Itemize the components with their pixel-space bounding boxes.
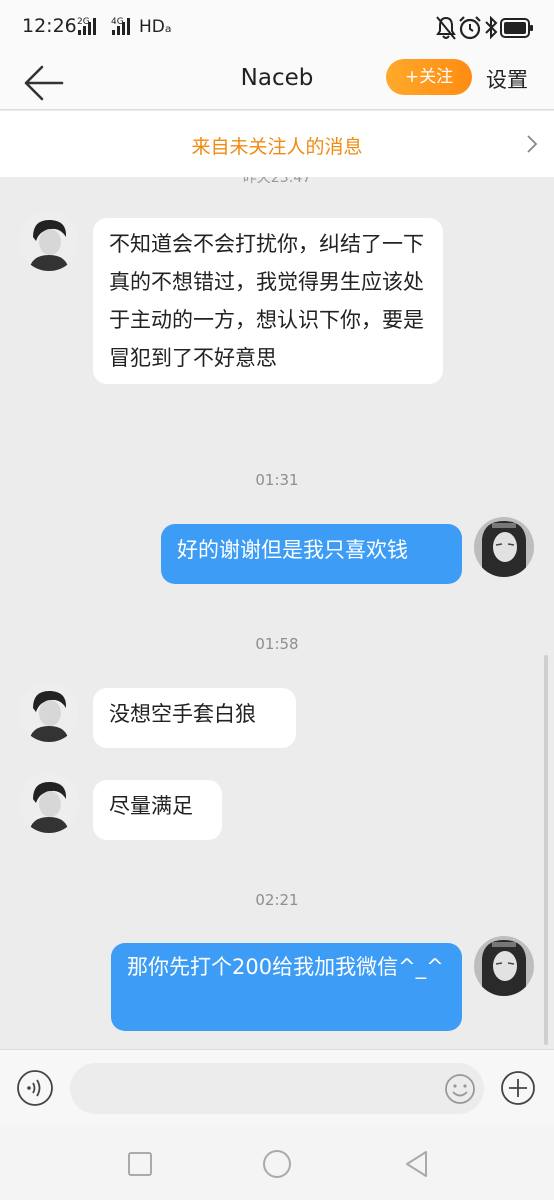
- timestamp: 01:31: [255, 471, 299, 489]
- stranger-message-banner[interactable]: 来自未关注人的消息: [0, 111, 554, 177]
- timestamp: 01:58: [255, 635, 299, 653]
- outgoing-message-bubble[interactable]: 好的谢谢但是我只喜欢钱: [161, 524, 462, 584]
- conversation-header: Naceb +关注 设置: [0, 56, 554, 110]
- sim1-signal-icon: [78, 17, 100, 35]
- chat-scrollbar[interactable]: [544, 655, 548, 1045]
- status-bar: 12:26 2G 4G HDₐ: [0, 0, 554, 56]
- contact-avatar[interactable]: [19, 773, 79, 833]
- status-time: 12:26: [22, 15, 77, 37]
- sim2-signal-icon: [112, 17, 134, 35]
- outgoing-message-bubble[interactable]: 那你先打个200给我加我微信^_^: [111, 943, 462, 1031]
- timestamp: 02:21: [255, 891, 299, 909]
- home-icon[interactable]: [262, 1149, 292, 1179]
- emoji-icon[interactable]: [444, 1073, 476, 1105]
- voice-icon[interactable]: [16, 1069, 54, 1107]
- message-input[interactable]: [70, 1063, 484, 1114]
- message-input-bar: [0, 1049, 554, 1127]
- recents-icon[interactable]: [125, 1149, 155, 1179]
- incoming-message-bubble[interactable]: 没想空手套白狼: [93, 688, 296, 748]
- incoming-message-bubble[interactable]: 不知道会不会打扰你，纠结了一下真的不想错过，我觉得男生应该处于主动的一方，想认识…: [93, 218, 443, 384]
- battery-icon: [500, 18, 533, 38]
- plus-icon[interactable]: [500, 1070, 536, 1106]
- contact-avatar[interactable]: [19, 682, 79, 742]
- follow-button[interactable]: +关注: [386, 59, 472, 95]
- incoming-message-bubble[interactable]: 尽量满足: [93, 780, 222, 840]
- contact-avatar[interactable]: [19, 211, 79, 271]
- back-arrow-icon[interactable]: [22, 62, 64, 104]
- timestamp-cut-off: 昨天23:47: [242, 177, 312, 186]
- chat-message-list[interactable]: 昨天23:47 不知道会不会打扰你，纠结了一下真的不想错过，我觉得男生应该处于主…: [0, 177, 554, 1049]
- settings-button[interactable]: 设置: [486, 64, 528, 94]
- back-triangle-icon[interactable]: [402, 1149, 432, 1179]
- user-avatar[interactable]: [474, 517, 534, 577]
- system-navigation-bar: [0, 1127, 554, 1200]
- stranger-banner-text: 来自未关注人的消息: [191, 136, 363, 158]
- bluetooth-icon: [485, 15, 498, 40]
- user-avatar[interactable]: [474, 936, 534, 996]
- hd-voice-label: HDₐ: [139, 17, 172, 37]
- mute-icon: [436, 16, 456, 40]
- chevron-right-icon: [527, 135, 538, 153]
- alarm-icon: [459, 16, 481, 40]
